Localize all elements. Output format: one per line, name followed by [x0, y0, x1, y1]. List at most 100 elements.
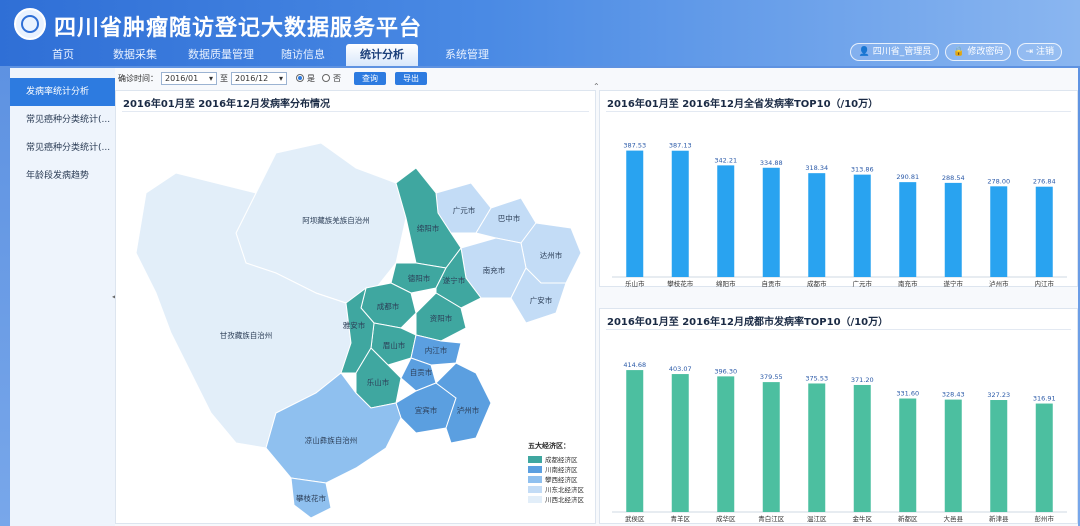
map-region-label: 乐山市	[367, 377, 390, 387]
province-bar[interactable]	[899, 182, 917, 277]
start-month-value: 2016/01	[165, 73, 199, 83]
nav-data-quality[interactable]: 数据质量管理	[178, 44, 264, 66]
radio-yes[interactable]	[296, 74, 304, 82]
change-password-button[interactable]: 🔒 修改密码	[945, 43, 1012, 61]
legend-label: 川南经济区	[545, 466, 578, 474]
map-region-label: 成都市	[377, 301, 400, 311]
app-window: 四川省肿瘤随访登记大数据服务平台 首页 数据采集 数据质量管理 随访信息 统计分…	[0, 0, 1080, 526]
export-button[interactable]: 导出	[395, 71, 427, 85]
radio-no[interactable]	[322, 74, 330, 82]
chevron-down-icon: ▾	[208, 73, 213, 83]
nav-system[interactable]: 系统管理	[432, 44, 502, 66]
chengdu-bar[interactable]	[990, 400, 1008, 512]
province-bar[interactable]	[944, 182, 962, 277]
chengdu-value-label: 414.68	[623, 361, 646, 369]
chengdu-category-label: 新津县	[989, 514, 1009, 523]
divider	[122, 111, 589, 112]
user-name: 四川省_管理员	[872, 47, 932, 57]
province-bar[interactable]	[762, 167, 780, 277]
sidebar-item-incidence[interactable]: 发病率统计分析	[10, 78, 115, 106]
province-category-label: 自贡市	[762, 279, 782, 288]
province-top10-chart: 387.53 乐山市 387.13 攀枝花市 342.21 绵阳市 334.88 自贡市 318…	[612, 142, 1067, 288]
chengdu-top10-panel: 2016年01月至 2016年12月成都市发病率TOP10（/10万） 414.…	[599, 308, 1078, 524]
province-value-label: 387.13	[669, 142, 692, 150]
chengdu-bar[interactable]	[899, 398, 917, 512]
radio-no-label: 否	[333, 73, 341, 83]
province-bar[interactable]	[1035, 186, 1053, 277]
nav-followup[interactable]: 随访信息	[268, 44, 338, 66]
chengdu-category-label: 大邑县	[944, 514, 964, 523]
logout-label: 注销	[1035, 47, 1054, 57]
province-value-label: 342.21	[714, 156, 737, 164]
map-region-label: 广安市	[530, 295, 553, 305]
province-value-label: 387.53	[623, 142, 646, 150]
province-bar[interactable]	[808, 173, 826, 277]
legend-swatch	[528, 475, 542, 483]
map-region-label: 巴中市	[498, 213, 521, 223]
chengdu-bar[interactable]	[671, 374, 689, 512]
map-panel: 2016年01月至 2016年12月发病率分布情况 阿坝藏族羌族自治州 甘孜藏族自…	[115, 90, 596, 524]
divider	[606, 329, 1071, 330]
chengdu-category-label: 温江区	[807, 514, 827, 523]
province-bar[interactable]	[853, 174, 871, 277]
province-category-label: 泸州市	[989, 279, 1009, 288]
province-bar[interactable]	[626, 150, 644, 277]
chengdu-value-label: 403.07	[669, 365, 692, 373]
chengdu-bar[interactable]	[762, 382, 780, 512]
province-category-label: 乐山市	[625, 279, 645, 288]
province-bar[interactable]	[990, 186, 1008, 277]
chengdu-bar[interactable]	[853, 384, 871, 512]
legend-swatch	[528, 495, 542, 503]
end-month-select[interactable]: 2016/12 ▾	[231, 71, 287, 85]
province-category-label: 攀枝花市	[667, 279, 694, 288]
chengdu-value-label: 327.23	[987, 391, 1010, 399]
user-area: 👤 四川省_管理员 🔒 修改密码 ⇥ 注销	[850, 43, 1062, 61]
legend-item: 川东北经济区	[528, 484, 590, 494]
start-month-select[interactable]: 2016/01 ▾	[161, 71, 217, 85]
chengdu-bar[interactable]	[717, 376, 735, 512]
chengdu-category-label: 金牛区	[853, 514, 873, 523]
chengdu-category-label: 成华区	[716, 514, 736, 523]
sidebar-item-cancer-type-1[interactable]: 常见癌种分类统计(...	[10, 106, 115, 134]
province-value-label: 334.88	[760, 159, 783, 167]
map-region-label: 阿坝藏族羌族自治州	[302, 215, 370, 225]
chengdu-bar[interactable]	[944, 399, 962, 512]
chengdu-bar[interactable]	[808, 383, 826, 512]
province-category-label: 绵阳市	[716, 279, 736, 288]
province-bar[interactable]	[671, 150, 689, 277]
sidebar-item-age-trend[interactable]: 年龄段发病趋势	[10, 162, 115, 190]
legend-label: 川东北经济区	[545, 486, 584, 494]
collapse-toolbar-icon[interactable]: ⌃	[593, 82, 600, 91]
province-category-label: 内江市	[1035, 279, 1055, 288]
chengdu-bar[interactable]	[1035, 403, 1053, 512]
province-category-label: 南充市	[898, 279, 918, 288]
legend-swatch	[528, 465, 542, 473]
nav-home[interactable]: 首页	[28, 44, 98, 66]
map-region-label: 资阳市	[430, 313, 453, 323]
logout-button[interactable]: ⇥ 注销	[1017, 43, 1062, 61]
map-region-label: 遂宁市	[443, 275, 466, 285]
chengdu-bar[interactable]	[626, 370, 644, 512]
map-region-label: 德阳市	[408, 273, 431, 283]
user-icon: 👤	[858, 47, 870, 57]
nav-statistics[interactable]: 统计分析	[346, 44, 418, 66]
nav-data-collection[interactable]: 数据采集	[100, 44, 170, 66]
map-region-label: 南充市	[483, 265, 506, 275]
chengdu-category-label: 武侯区	[625, 514, 645, 523]
sidebar-item-cancer-type-2[interactable]: 常见癌种分类统计(...	[10, 134, 115, 162]
map-region-label: 凉山彝族自治州	[305, 435, 358, 445]
map-region-label: 达州市	[540, 250, 563, 260]
main-nav: 首页 数据采集 数据质量管理 随访信息 统计分析 系统管理	[0, 44, 502, 66]
province-chart-title: 2016年01月至 2016年12月全省发病率TOP10（/10万）	[607, 99, 879, 110]
divider	[606, 111, 1071, 112]
province-bar[interactable]	[717, 165, 735, 277]
chengdu-category-label: 青白江区	[758, 514, 785, 523]
province-category-label: 广元市	[853, 279, 873, 288]
header: 四川省肿瘤随访登记大数据服务平台 首页 数据采集 数据质量管理 随访信息 统计分…	[0, 0, 1080, 66]
user-account-button[interactable]: 👤 四川省_管理员	[850, 43, 940, 61]
legend-swatch	[528, 455, 542, 463]
province-category-label: 成都市	[807, 279, 827, 288]
chengdu-chart-title: 2016年01月至 2016年12月成都市发病率TOP10（/10万）	[607, 317, 889, 328]
legend-item: 攀西经济区	[528, 474, 590, 484]
query-button[interactable]: 查询	[354, 71, 386, 85]
